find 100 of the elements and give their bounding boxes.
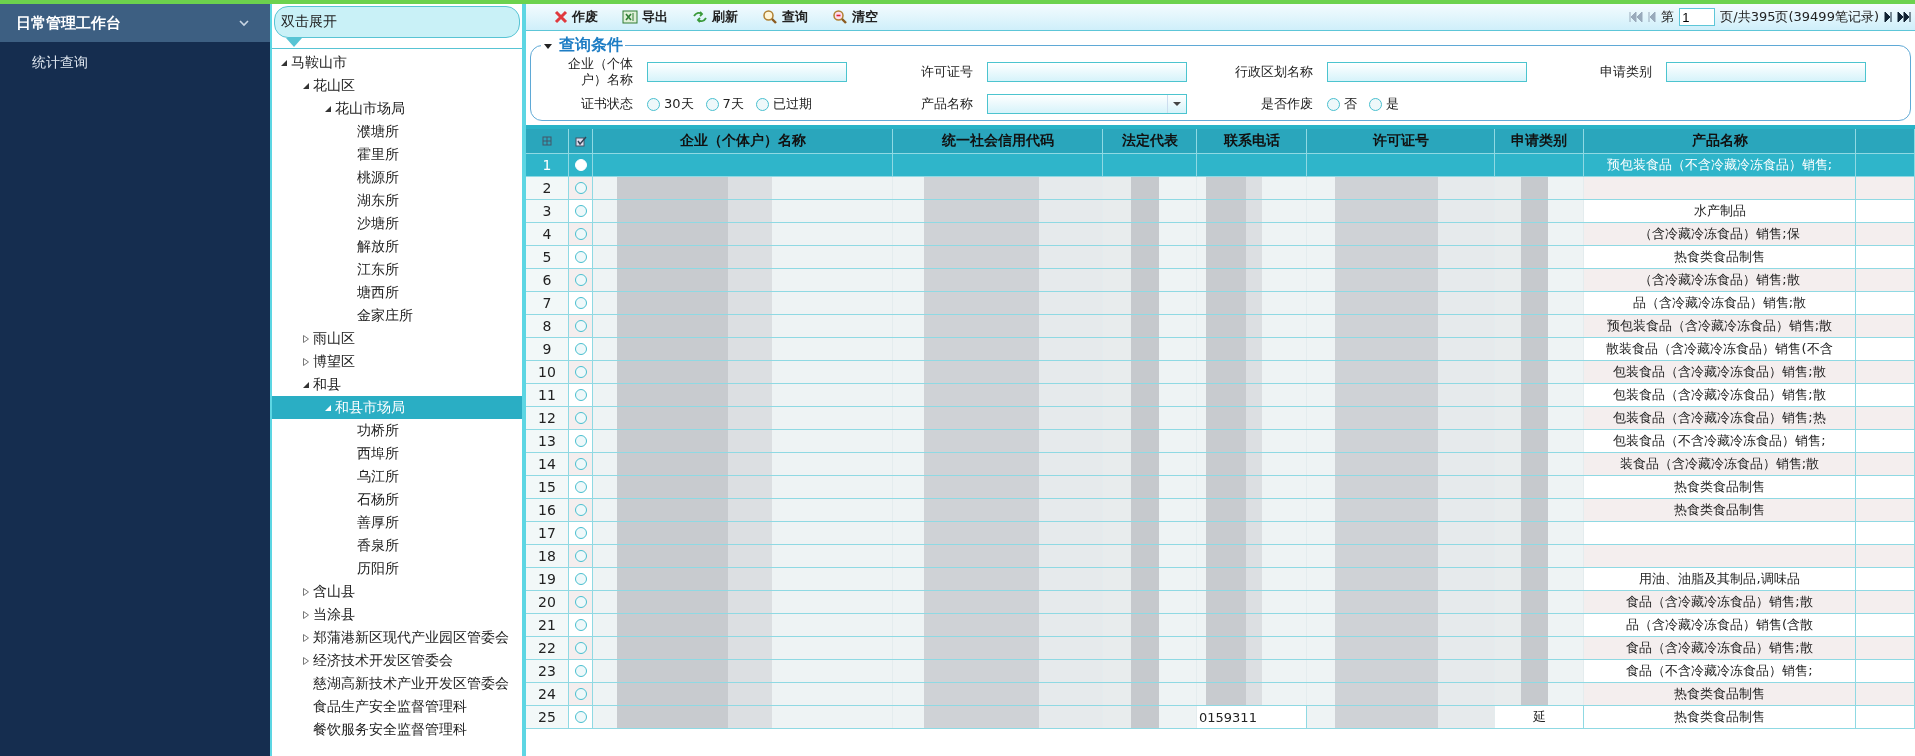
column-header[interactable]: 联系电话 — [1197, 129, 1307, 153]
table-row[interactable]: 18 — [526, 545, 1915, 568]
table-row[interactable]: 15 热食类食品制售 — [526, 476, 1915, 499]
radio-button[interactable] — [574, 343, 587, 355]
column-header[interactable]: 法定代表 — [1103, 129, 1197, 153]
radio-button[interactable] — [647, 97, 660, 111]
tree-node[interactable]: 花山市场局 — [272, 97, 522, 120]
input-field[interactable] — [1326, 62, 1527, 82]
table-row[interactable]: 19 用油、油脂及其制品,调味品 — [526, 568, 1915, 591]
radio-option[interactable]: 已过期 — [755, 95, 812, 113]
radio-button[interactable] — [574, 389, 587, 401]
radio-button[interactable] — [574, 366, 587, 378]
previous-page-icon[interactable] — [1648, 11, 1657, 23]
radio-button[interactable] — [574, 205, 587, 217]
radio-button[interactable] — [574, 274, 587, 286]
radio-button[interactable] — [574, 688, 587, 700]
toolbar-button[interactable]: 查询 — [752, 6, 818, 28]
table-row[interactable]: 10 包装食品（含冷藏冷冻食品）销售;散 — [526, 361, 1915, 384]
table-row[interactable]: 8 预包装食品（含冷藏冷冻食品）销售;散 — [526, 315, 1915, 338]
last-page-icon[interactable] — [1897, 11, 1911, 23]
tree-node[interactable]: 霍里所 — [272, 143, 522, 166]
tree-node[interactable]: 湖东所 — [272, 189, 522, 212]
tree-node[interactable]: 乌江所 — [272, 465, 522, 488]
table-row[interactable]: 12 包装食品（含冷藏冷冻食品）销售;热 — [526, 407, 1915, 430]
radio-button[interactable] — [574, 550, 587, 562]
table-row[interactable]: 17 — [526, 522, 1915, 545]
tree-node[interactable]: 和县 — [272, 373, 522, 396]
tree-node[interactable]: 金家庄所 — [272, 304, 522, 327]
toolbar-button[interactable]: 刷新 — [682, 6, 748, 28]
table-row[interactable]: 25 0159311 延 热食类食品制售 — [526, 706, 1915, 729]
radio-button[interactable] — [574, 642, 587, 654]
next-page-icon[interactable] — [1884, 11, 1892, 23]
radio-button[interactable] — [574, 435, 587, 447]
table-row[interactable]: 6 （含冷藏冷冻食品）销售;散 — [526, 269, 1915, 292]
radio-button[interactable] — [574, 665, 587, 677]
tree-node[interactable]: 濮塘所 — [272, 120, 522, 143]
tree-node[interactable]: 雨山区 — [272, 327, 522, 350]
tree-node[interactable]: 功桥所 — [272, 419, 522, 442]
dropdown-field[interactable] — [986, 94, 1187, 114]
column-header[interactable]: 企业（个体户）名称 — [593, 129, 893, 153]
radio-button[interactable] — [574, 320, 587, 332]
tree-node[interactable]: 食品生产安全监督管理科 — [272, 695, 522, 718]
table-row[interactable]: 20 食品（含冷藏冷冻食品）销售;散 — [526, 591, 1915, 614]
radio-button[interactable] — [1368, 97, 1382, 111]
sidebar-item[interactable]: 统计查询 — [0, 42, 270, 72]
column-header[interactable]: 产品名称 — [1584, 129, 1856, 153]
radio-button[interactable] — [574, 297, 587, 309]
radio-option[interactable]: 30天 — [647, 95, 694, 113]
table-row[interactable]: 24 热食类食品制售 — [526, 683, 1915, 706]
column-header[interactable]: 统一社会信用代码 — [893, 129, 1103, 153]
radio-button[interactable] — [574, 711, 587, 723]
tree-node[interactable]: 博望区 — [272, 350, 522, 373]
tree-node[interactable]: 桃源所 — [272, 166, 522, 189]
radio-button[interactable] — [574, 251, 587, 263]
table-row[interactable]: 7 品（含冷藏冷冻食品）销售;散 — [526, 292, 1915, 315]
table-row[interactable]: 22 食品（含冷藏冷冻食品）销售;散 — [526, 637, 1915, 660]
input-field[interactable] — [986, 62, 1187, 82]
tree-node[interactable]: 餐饮服务安全监督管理科 — [272, 718, 522, 741]
tree-node[interactable]: 西埠所 — [272, 442, 522, 465]
tree-node[interactable]: 当涂县 — [272, 603, 522, 626]
radio-button[interactable] — [755, 97, 769, 111]
table-row[interactable]: 21 品（含冷藏冷冻食品）销售(含散 — [526, 614, 1915, 637]
sidebar-header[interactable]: 日常管理工作台 — [0, 4, 270, 42]
column-header[interactable]: 申请类别 — [1495, 129, 1584, 153]
tree-node[interactable]: 花山区 — [272, 74, 522, 97]
table-row[interactable]: 9 散装食品（含冷藏冷冻食品）销售(不含 — [526, 338, 1915, 361]
caret-icon[interactable] — [543, 41, 553, 50]
tree-node[interactable]: 石杨所 — [272, 488, 522, 511]
tree-node[interactable]: 慈湖高新技术产业开发区管委会 — [272, 672, 522, 695]
radio-button[interactable] — [574, 182, 587, 194]
column-header[interactable]: 许可证号 — [1307, 129, 1495, 153]
toolbar-button[interactable]: 作废 — [544, 6, 608, 28]
radio-button[interactable] — [1326, 97, 1340, 111]
table-row[interactable]: 13 包装食品（不含冷藏冷冻食品）销售; — [526, 430, 1915, 453]
table-row[interactable]: 16 热食类食品制售 — [526, 499, 1915, 522]
radio-button[interactable] — [574, 228, 587, 240]
tree-node[interactable]: 江东所 — [272, 258, 522, 281]
radio-button[interactable] — [574, 412, 587, 424]
table-row[interactable]: 4 （含冷藏冷冻食品）销售;保 — [526, 223, 1915, 246]
table-row[interactable]: 5 热食类食品制售 — [526, 246, 1915, 269]
input-field[interactable] — [647, 62, 847, 82]
tree-node[interactable]: 含山县 — [272, 580, 522, 603]
radio-option[interactable]: 是 — [1368, 95, 1399, 113]
tree-node[interactable]: 马鞍山市 — [272, 51, 522, 74]
tree-node[interactable]: 香泉所 — [272, 534, 522, 557]
radio-button[interactable] — [574, 481, 587, 493]
radio-option[interactable]: 7天 — [705, 95, 744, 113]
radio-button[interactable] — [574, 573, 587, 585]
tree-node[interactable]: 沙塘所 — [272, 212, 522, 235]
table-row[interactable]: 23 食品（不含冷藏冷冻食品）销售; — [526, 660, 1915, 683]
tree-node[interactable]: 历阳所 — [272, 557, 522, 580]
radio-button[interactable] — [574, 596, 587, 608]
first-page-icon[interactable] — [1629, 11, 1644, 23]
table-row[interactable]: 3 水产制品 — [526, 200, 1915, 223]
tree-node[interactable]: 经济技术开发区管委会 — [272, 649, 522, 672]
toolbar-button[interactable]: 清空 — [822, 6, 888, 28]
tree-node[interactable]: 善厚所 — [272, 511, 522, 534]
radio-option[interactable]: 否 — [1326, 95, 1357, 113]
radio-button[interactable] — [574, 619, 587, 631]
toolbar-button[interactable]: 导出 — [612, 6, 678, 28]
